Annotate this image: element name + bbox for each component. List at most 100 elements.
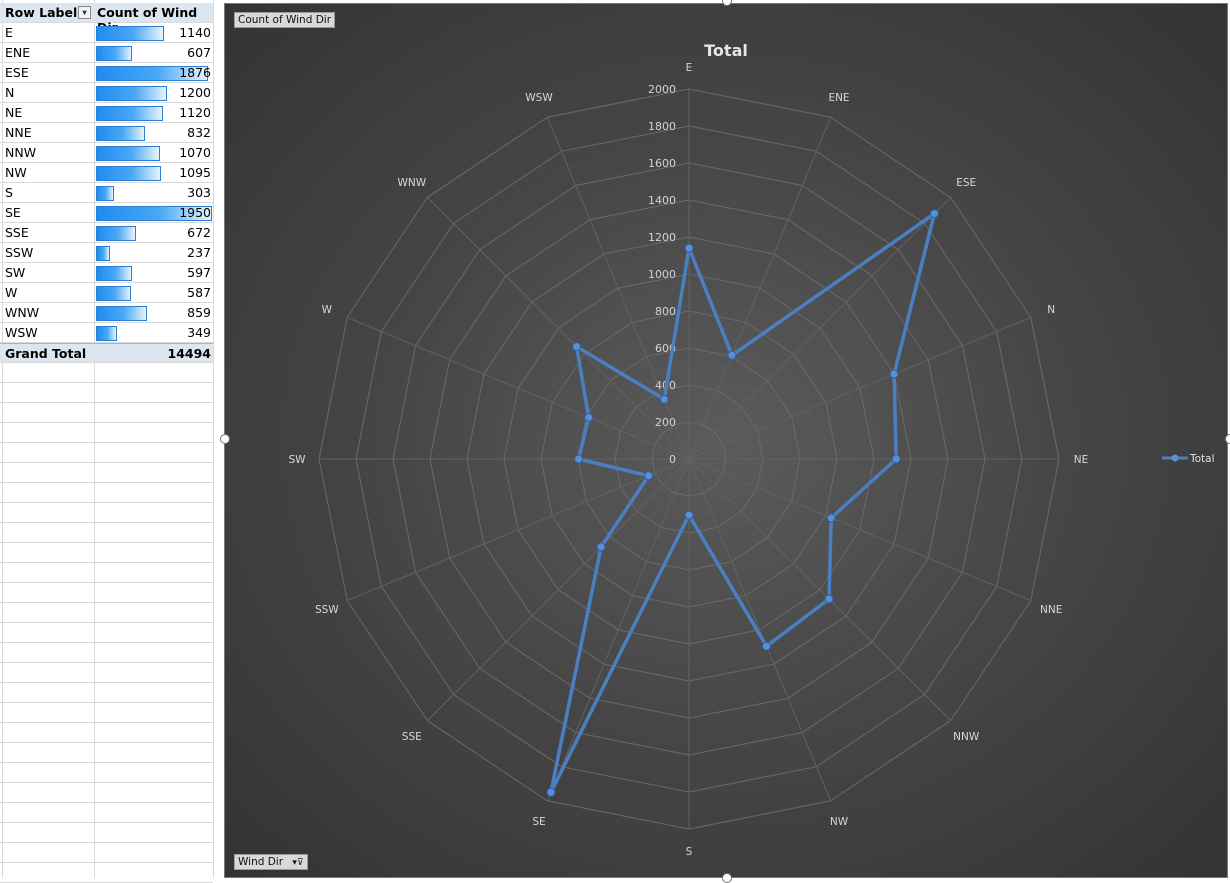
row-value: 303 <box>187 185 211 200</box>
empty-row <box>0 703 213 723</box>
data-point <box>762 641 772 651</box>
data-bar <box>96 326 117 341</box>
pivot-row[interactable]: WSW 349 <box>0 323 213 343</box>
row-label: NE <box>5 105 23 120</box>
empty-row <box>0 443 213 463</box>
radial-tick-label: 2000 <box>648 83 676 96</box>
row-label: NW <box>5 165 27 180</box>
category-label: NW <box>830 816 849 828</box>
radar-spoke <box>688 458 1032 602</box>
row-value: 1070 <box>179 145 211 160</box>
pivot-row[interactable]: SW 597 <box>0 263 213 283</box>
row-value: 672 <box>187 225 211 240</box>
empty-row <box>0 483 213 503</box>
row-label: SSE <box>5 225 29 240</box>
empty-row <box>0 543 213 563</box>
pivot-row[interactable]: N 1200 <box>0 83 213 103</box>
empty-row <box>0 743 213 763</box>
row-value: 1140 <box>179 25 211 40</box>
empty-row <box>0 383 213 403</box>
category-label: SSW <box>315 604 339 616</box>
row-labels-filter-icon[interactable]: ▾ <box>78 6 91 19</box>
chart-title: Total <box>704 41 748 60</box>
empty-row <box>0 843 213 863</box>
row-label: S <box>5 185 13 200</box>
data-bar <box>96 106 163 121</box>
value-field-button[interactable]: Count of Wind Dir <box>234 12 336 28</box>
grid-line <box>213 0 214 878</box>
data-bar <box>96 186 114 201</box>
data-bar <box>96 26 164 41</box>
data-point <box>826 513 836 523</box>
grand-total-row: Grand Total 14494 <box>0 343 213 363</box>
data-bar <box>96 226 136 241</box>
radar-spoke <box>546 458 690 802</box>
row-labels-header: Row Labels <box>5 5 85 20</box>
pivot-row[interactable]: S 303 <box>0 183 213 203</box>
pivot-row[interactable]: ESE 1876 <box>0 63 213 83</box>
resize-handle-left[interactable] <box>220 434 230 444</box>
radial-tick-label: 800 <box>655 305 676 318</box>
pivot-row[interactable]: W 587 <box>0 283 213 303</box>
resize-handle-right[interactable] <box>1225 434 1230 444</box>
pivot-row[interactable]: NW 1095 <box>0 163 213 183</box>
category-label: WNW <box>398 177 427 189</box>
category-label: N <box>1047 304 1055 316</box>
data-bar <box>96 86 167 101</box>
radar-spoke <box>346 316 690 460</box>
category-label: NNE <box>1040 604 1062 616</box>
pivot-row[interactable]: SE 1950 <box>0 203 213 223</box>
row-label: WSW <box>5 325 38 340</box>
pivot-row[interactable]: ENE 607 <box>0 43 213 63</box>
row-value: 1950 <box>179 205 211 220</box>
row-value: 587 <box>187 285 211 300</box>
row-value: 1120 <box>179 105 211 120</box>
row-label: SE <box>5 205 21 220</box>
pivot-row[interactable]: NNW 1070 <box>0 143 213 163</box>
row-label: SSW <box>5 245 34 260</box>
data-bar <box>96 146 160 161</box>
empty-row <box>0 863 213 883</box>
category-label: SW <box>288 454 306 466</box>
empty-row <box>0 803 213 823</box>
empty-row <box>0 523 213 543</box>
radial-tick-label: 1000 <box>648 268 676 281</box>
empty-row <box>0 663 213 683</box>
row-label: NNE <box>5 125 32 140</box>
legend-marker <box>1171 454 1179 462</box>
pivot-row[interactable]: E 1140 <box>0 23 213 43</box>
row-label: WNW <box>5 305 40 320</box>
radar-chart-svg: 0200400600800100012001400160018002000EEN… <box>288 41 1214 858</box>
pivot-row[interactable]: SSE 672 <box>0 223 213 243</box>
pivot-chart[interactable]: 0 200 400 600 800 1000 1200 1400 1600 1800 2000 E EN… <box>224 3 1228 878</box>
resize-handle-bottom[interactable] <box>722 873 732 883</box>
data-bar <box>96 126 145 141</box>
radial-tick-label: 1800 <box>648 120 676 133</box>
data-bar <box>96 46 132 61</box>
empty-row <box>0 723 213 743</box>
axis-field-button[interactable]: Wind Dir ▾⊽ <box>234 854 308 870</box>
data-point <box>546 787 556 797</box>
empty-row <box>0 563 213 583</box>
category-label: WSW <box>525 92 553 104</box>
pivot-row[interactable]: SSW 237 <box>0 243 213 263</box>
pivot-row[interactable]: NE 1120 <box>0 103 213 123</box>
pivot-row[interactable]: WNW 859 <box>0 303 213 323</box>
radial-tick-label: 1400 <box>648 194 676 207</box>
pivot-row[interactable]: NNE 832 <box>0 123 213 143</box>
category-label: ESE <box>956 177 976 189</box>
row-value: 597 <box>187 265 211 280</box>
data-point <box>684 510 694 520</box>
row-value: 1876 <box>179 65 211 80</box>
row-label: N <box>5 85 15 100</box>
data-point <box>889 369 899 379</box>
radial-tick-label: 200 <box>655 416 676 429</box>
category-label: SE <box>532 816 545 828</box>
radial-tick-label: 0 <box>669 453 676 466</box>
row-label: ESE <box>5 65 29 80</box>
category-label: SSE <box>402 731 422 743</box>
series-line <box>549 211 937 795</box>
empty-row <box>0 503 213 523</box>
empty-row <box>0 363 213 383</box>
category-label: W <box>322 304 333 316</box>
